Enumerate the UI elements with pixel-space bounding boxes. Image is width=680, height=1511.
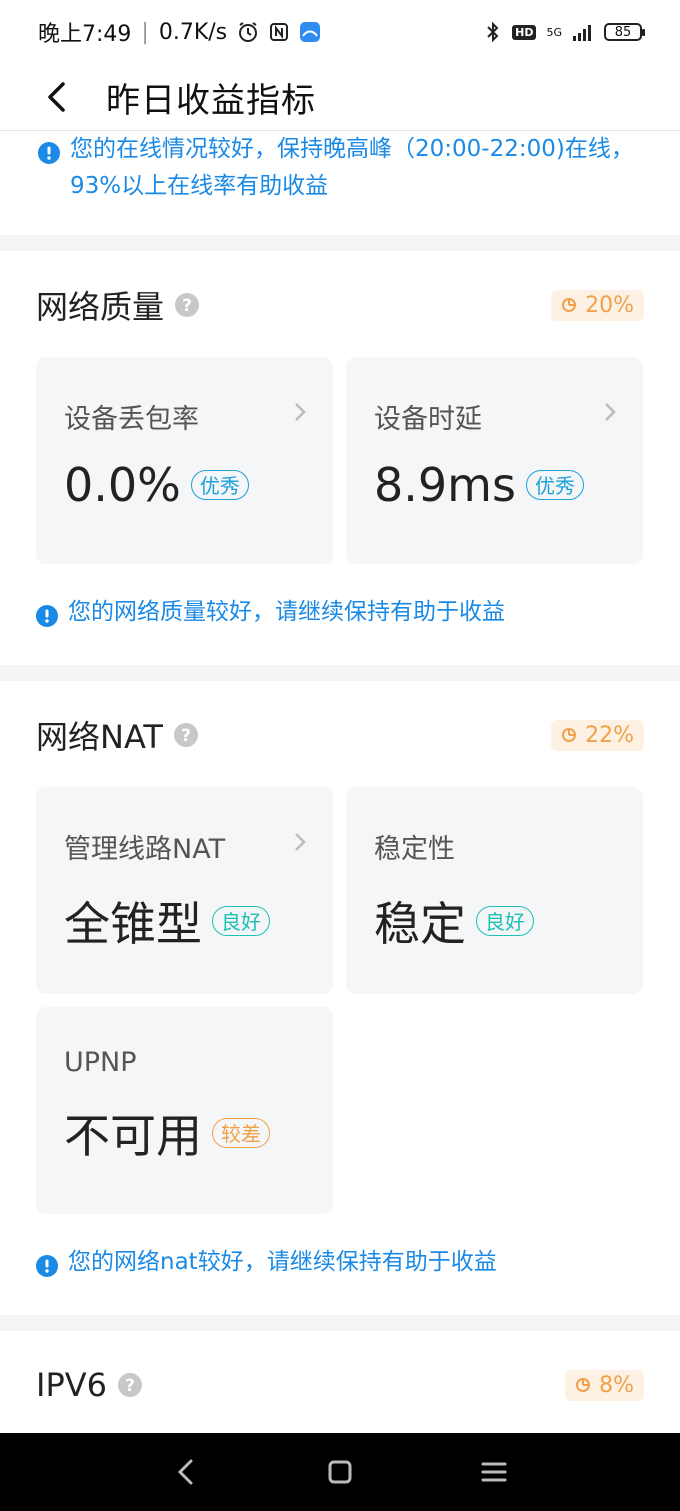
- back-triangle-icon: [177, 1459, 193, 1485]
- help-icon[interactable]: ?: [173, 722, 199, 748]
- info-icon: [38, 139, 60, 176]
- stability-value: 稳定: [374, 897, 466, 951]
- online-tip-text: 您的在线情况较好，保持晚高峰（20:00-22:00)在线，93%以上在线率有助…: [70, 136, 634, 199]
- latency-value: 8.9ms: [374, 458, 516, 512]
- page-title: 昨日收益指标: [106, 80, 316, 121]
- hd-badge: HD: [512, 24, 537, 40]
- section-title: IPV6: [36, 1366, 107, 1404]
- svg-text:?: ?: [181, 726, 191, 746]
- online-tip-section: 您的在线情况较好，保持晚高峰（20:00-22:00)在线，93%以上在线率有助…: [0, 131, 680, 235]
- weight-badge: 8%: [565, 1369, 644, 1401]
- packet-loss-value: 0.0%: [64, 458, 181, 512]
- svg-text:?: ?: [182, 296, 192, 316]
- rating-badge: 较差: [212, 1118, 270, 1148]
- section-title: 网络质量: [36, 288, 165, 326]
- status-speed: 0.7K/s: [158, 19, 228, 45]
- home-square-icon: [328, 1460, 352, 1484]
- rating-badge: 良好: [212, 906, 270, 936]
- svg-text:?: ?: [125, 1376, 135, 1396]
- weight-badge: 22%: [551, 719, 644, 751]
- bluetooth-icon: [484, 21, 502, 43]
- nav-back-button[interactable]: [164, 1450, 208, 1494]
- pie-chart-icon: [562, 298, 577, 312]
- network-type: 5G: [546, 25, 562, 39]
- nat-type-value: 全锥型: [64, 897, 202, 951]
- status-bar: 晚上7:49 | 0.7K/s HD 5G 85: [0, 0, 680, 64]
- battery-indicator: 85: [604, 23, 645, 41]
- signal-icon: [572, 23, 594, 41]
- network-nat-section: 网络NAT ? 22% 管理线路NAT 全锥型 良好 稳定性 稳定 良好 UPN…: [0, 681, 680, 1315]
- rating-badge: 优秀: [190, 470, 249, 500]
- info-icon: [36, 1252, 58, 1289]
- system-nav-bar: [0, 1433, 680, 1511]
- section-title: 网络NAT: [36, 718, 163, 756]
- info-icon: [36, 602, 58, 639]
- network-quality-tip: 您的网络质量较好，请继续保持有助于收益: [68, 599, 505, 625]
- pie-chart-icon: [576, 1378, 591, 1392]
- weight-badge: 20%: [551, 289, 644, 321]
- chevron-right-icon: [293, 831, 307, 857]
- back-button[interactable]: [26, 67, 86, 127]
- menu-icon: [481, 1462, 507, 1482]
- rating-badge: 良好: [476, 906, 534, 936]
- latency-card[interactable]: 设备时延 8.9ms 优秀: [346, 357, 643, 564]
- upnp-value: 不可用: [64, 1109, 202, 1163]
- nfc-icon: [269, 22, 289, 42]
- alarm-icon: [237, 21, 259, 43]
- chevron-right-icon: [293, 401, 307, 427]
- help-icon[interactable]: ?: [117, 1372, 143, 1398]
- help-icon[interactable]: ?: [174, 292, 200, 318]
- nav-home-button[interactable]: [318, 1450, 362, 1494]
- nav-menu-button[interactable]: [472, 1450, 516, 1494]
- upnp-card: UPNP 不可用 较差: [36, 1007, 333, 1214]
- packet-loss-card[interactable]: 设备丢包率 0.0% 优秀: [36, 357, 333, 564]
- chevron-right-icon: [603, 401, 617, 427]
- app-bar: 昨日收益指标: [0, 64, 680, 131]
- content-scroll[interactable]: 您的在线情况较好，保持晚高峰（20:00-22:00)在线，93%以上在线率有助…: [0, 131, 680, 1451]
- pie-chart-icon: [562, 728, 577, 742]
- app-notification-icon: [299, 21, 321, 43]
- network-nat-tip: 您的网络nat较好，请继续保持有助于收益: [68, 1249, 497, 1275]
- nat-type-card[interactable]: 管理线路NAT 全锥型 良好: [36, 787, 333, 994]
- network-quality-section: 网络质量 ? 20% 设备丢包率 0.0% 优秀 设备时延 8.9ms 优秀 您…: [0, 251, 680, 665]
- rating-badge: 优秀: [525, 470, 584, 500]
- stability-card: 稳定性 稳定 良好: [346, 787, 643, 994]
- status-time: 晚上7:49: [38, 22, 132, 47]
- back-arrow-icon: [48, 82, 65, 112]
